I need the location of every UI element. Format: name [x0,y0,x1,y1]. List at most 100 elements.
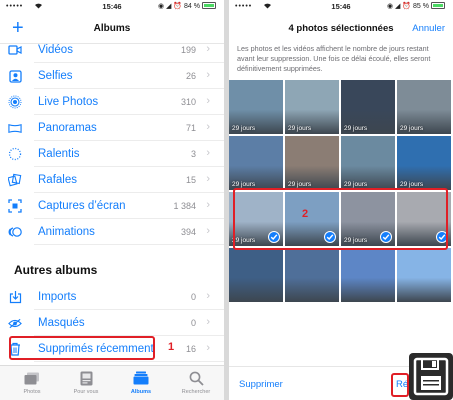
selfie-icon [8,69,22,83]
album-row-videos[interactable]: Vidéos 199 › [8,37,224,63]
highlight-selected-photos [233,188,448,250]
days-remaining-label: 29 jours [400,125,424,132]
for-you-tab-icon [77,370,95,386]
cancel-button[interactable]: Annuler [412,23,445,34]
step-marker-2: 2 [302,208,309,220]
album-label: Masqués [38,317,85,329]
battery-percent: 85 % [413,3,429,10]
photo-thumbnail[interactable]: 29 jours [229,80,283,134]
delete-button[interactable]: Supprimer [239,379,283,390]
album-count: 310 [180,97,196,107]
battery-status: ◉ ◢ ⏰ 84 % [158,2,216,10]
page-title: Albums [93,23,131,34]
album-row-screenshots[interactable]: Captures d’écran 1 384 › [8,193,224,219]
album-count: 0 [190,318,196,328]
album-label: Rafales [38,174,77,186]
tab-label: Pour vous [73,389,99,395]
album-count: 394 [180,227,196,237]
step-marker-1: 1 [168,341,175,353]
chevron-right-icon: › [206,290,210,302]
photo-thumbnail[interactable]: 29 jours [397,80,451,134]
chevron-right-icon: › [206,225,210,237]
album-label: Ralentis [38,148,80,160]
album-row-animations[interactable]: Animations 394 › [8,219,224,245]
album-label: Selfies [38,70,73,82]
chevron-right-icon: › [206,316,210,328]
video-icon [8,43,22,57]
album-count: 16 [185,344,196,354]
status-icons: ◉ ◢ ⏰ [386,3,414,10]
photo-thumbnail[interactable] [285,248,339,302]
chevron-right-icon: › [206,121,210,133]
chevron-right-icon: › [206,147,210,159]
import-icon [8,290,22,304]
chevron-right-icon: › [206,199,210,211]
album-row-panoramas[interactable]: Panoramas 71 › [8,115,224,141]
tab-label: Albums [130,389,152,395]
album-row-slow-motion[interactable]: Ralentis 3 › [8,141,224,167]
photo-thumbnail[interactable]: 29 jours [285,136,339,190]
selection-nav-bar: 4 photos sélectionnées Annuler [229,14,453,42]
days-remaining-label: 29 jours [232,181,256,188]
days-remaining-label: 29 jours [288,181,312,188]
other-albums-header: Autres albums [14,263,98,277]
album-label: Captures d’écran [38,200,126,212]
panorama-icon [8,121,22,135]
chevron-right-icon: › [206,342,210,354]
status-icons: ◉ ◢ ⏰ [157,3,185,10]
photo-thumbnail[interactable]: 29 jours [341,80,395,134]
battery-icon [431,2,445,9]
photo-thumbnail[interactable]: 29 jours [285,80,339,134]
deletion-info-text: Les photos et les vidéos affichent le no… [237,44,431,73]
album-row-live-photos[interactable]: Live Photos 310 › [8,89,224,115]
battery-icon [202,2,216,9]
album-row-selfies[interactable]: Selfies 26 › [8,63,224,89]
album-label: Panoramas [38,122,97,134]
search-tab-icon [187,370,205,386]
status-bar: ••••• 15:46 ◉ ◢ ⏰ 85 % [229,0,453,14]
days-remaining-label: 29 jours [344,125,368,132]
album-row-bursts[interactable]: Rafales 15 › [8,167,224,193]
status-bar: ••••• 15:46 ◉ ◢ ⏰ 84 % [0,0,224,14]
album-count: 199 [180,45,196,55]
tab-for-you[interactable]: Pour vous [58,370,114,395]
album-count: 3 [190,149,196,159]
albums-tab-icon [132,370,150,386]
animation-icon [8,225,22,239]
album-label: Imports [38,291,77,303]
chevron-right-icon: › [206,173,210,185]
album-row-hidden[interactable]: Masqués 0 › [8,310,224,336]
photo-thumbnail[interactable]: 29 jours [341,136,395,190]
chevron-right-icon: › [206,43,210,55]
album-row-imports[interactable]: Imports 0 › [9,284,224,310]
photos-tab-icon [23,370,41,386]
tab-label: Photos [23,389,41,395]
media-types-list: Vidéos 199 › Selfies 26 › Live Photos 31… [0,37,224,245]
album-count: 71 [185,123,196,133]
battery-status: ◉ ◢ ⏰ 85 % [387,2,445,10]
photo-thumbnail[interactable] [229,248,283,302]
photo-thumbnail[interactable] [397,248,451,302]
tab-albums[interactable]: Albums [113,370,169,395]
days-remaining-label: 29 jours [344,181,368,188]
highlight-recover-button [391,373,409,397]
slow-motion-icon [8,147,22,161]
album-count: 0 [190,292,196,302]
album-label: Vidéos [38,44,73,56]
photo-thumbnail[interactable] [341,248,395,302]
days-remaining-label: 29 jours [400,181,424,188]
tab-label: Rechercher [181,389,211,395]
days-remaining-label: 29 jours [232,125,256,132]
tab-bar: Photos Pour vous Albums Rechercher [0,365,224,400]
tab-search[interactable]: Rechercher [168,370,224,395]
chevron-right-icon: › [206,69,210,81]
screenshot-icon [8,199,22,213]
battery-percent: 84 % [184,3,200,10]
hidden-eye-icon [8,316,22,330]
burst-icon [8,173,22,187]
chevron-right-icon: › [206,95,210,107]
album-label: Animations [38,226,95,238]
tab-photos[interactable]: Photos [4,370,60,395]
photo-thumbnail[interactable]: 29 jours [397,136,451,190]
photo-thumbnail[interactable]: 29 jours [229,136,283,190]
